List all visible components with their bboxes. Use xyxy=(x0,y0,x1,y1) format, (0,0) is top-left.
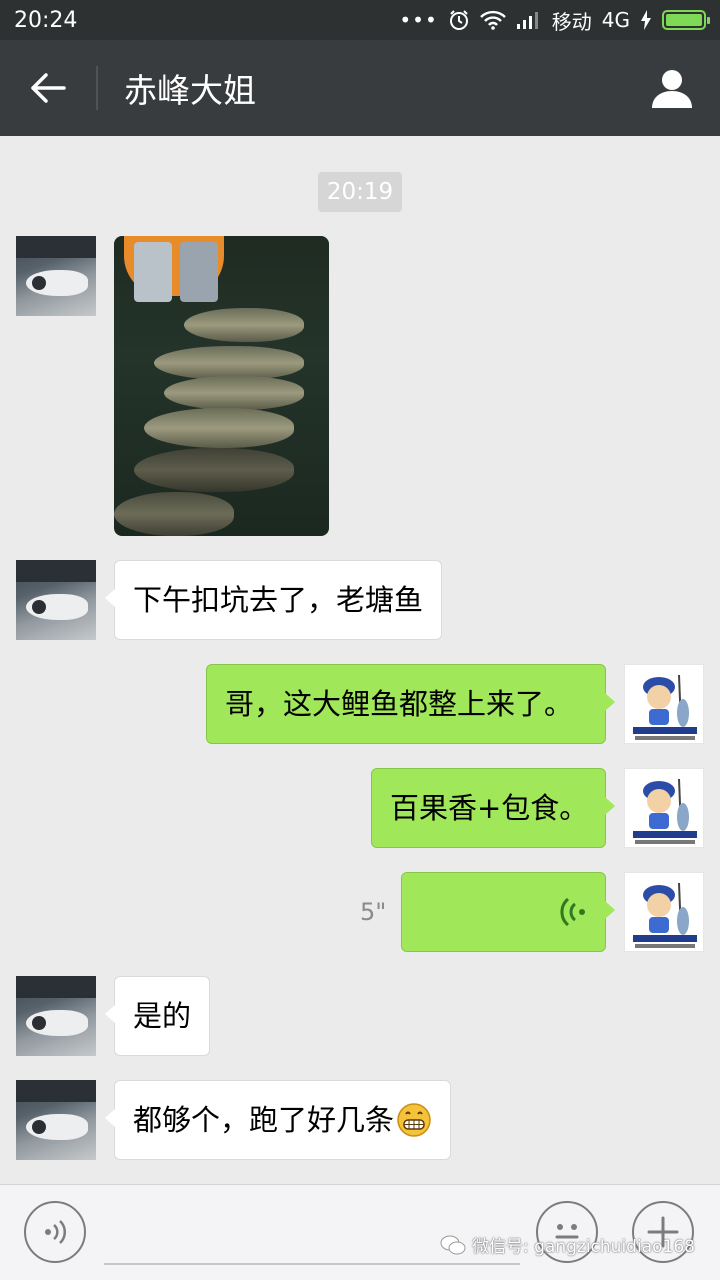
grinning-emoji-icon xyxy=(397,1103,431,1137)
message-bubble-incoming[interactable]: 都够个，跑了好几条 xyxy=(104,1080,452,1160)
voice-input-button[interactable] xyxy=(24,1201,86,1263)
contact-profile-button[interactable] xyxy=(624,40,720,136)
person-icon xyxy=(652,70,692,108)
signal-icon xyxy=(516,10,542,30)
my-avatar[interactable] xyxy=(624,768,704,848)
watermark-text: 微信号: gangzichuidiao168 xyxy=(472,1237,695,1257)
notification-dots: ••• xyxy=(399,8,438,32)
voice-wave-icon xyxy=(560,897,585,927)
status-time: 20:24 xyxy=(14,7,78,33)
status-indicators: ••• 移动 4G xyxy=(399,6,710,35)
chat-header: 赤峰大姐 xyxy=(0,40,720,136)
contact-avatar[interactable] xyxy=(16,236,96,316)
charging-icon xyxy=(640,10,652,30)
message-bubble-outgoing[interactable]: 百果香+包食。 xyxy=(371,768,615,848)
battery-level xyxy=(666,14,702,26)
wechat-logo-icon xyxy=(440,1235,466,1254)
wechat-watermark: 微信号: gangzichuidiao168 xyxy=(440,1232,695,1257)
message-text: 是的 xyxy=(133,998,192,1033)
my-avatar[interactable] xyxy=(624,872,704,952)
message-input[interactable] xyxy=(104,1263,520,1265)
back-button[interactable] xyxy=(0,40,96,136)
contact-avatar[interactable] xyxy=(16,1080,96,1160)
fishing-club-logo xyxy=(633,674,697,740)
fishing-club-logo xyxy=(633,882,697,948)
network-label: 4G xyxy=(601,8,630,32)
message-text: 下午扣坑去了，老塘鱼 xyxy=(133,582,424,617)
message-text: 哥，这大鲤鱼都整上来了。 xyxy=(225,686,574,721)
message-bubble-incoming[interactable]: 下午扣坑去了，老塘鱼 xyxy=(104,560,443,640)
contact-avatar[interactable] xyxy=(16,560,96,640)
message-bubble-outgoing[interactable]: 哥，这大鲤鱼都整上来了。 xyxy=(206,664,615,744)
contact-avatar[interactable] xyxy=(16,976,96,1056)
fishing-club-logo xyxy=(633,778,697,844)
message-list[interactable]: 20:19 下午扣坑去了，老塘鱼 哥，这大鲤鱼都整上来了。 百果香+包食。 5"… xyxy=(0,136,720,1184)
battery-icon xyxy=(662,10,710,30)
carrier-label: 移动 xyxy=(551,9,592,34)
message-bubble-incoming[interactable]: 是的 xyxy=(104,976,211,1056)
message-text: 都够个，跑了好几条 xyxy=(133,1102,395,1137)
wifi-icon xyxy=(479,10,506,30)
message-text: 百果香+包食。 xyxy=(390,790,589,825)
alarm-icon xyxy=(448,9,470,31)
my-avatar[interactable] xyxy=(624,664,704,744)
voice-duration: 5" xyxy=(360,898,387,926)
back-arrow-icon xyxy=(31,73,66,103)
chat-title: 赤峰大姐 xyxy=(124,71,256,110)
header-divider xyxy=(96,66,98,110)
voice-input-icon xyxy=(45,1220,67,1244)
image-message[interactable] xyxy=(114,236,329,536)
message-timestamp: 20:19 xyxy=(318,172,402,212)
voice-message-bubble[interactable] xyxy=(401,872,615,952)
status-bar: 20:24 ••• 移动 4G xyxy=(0,0,720,40)
